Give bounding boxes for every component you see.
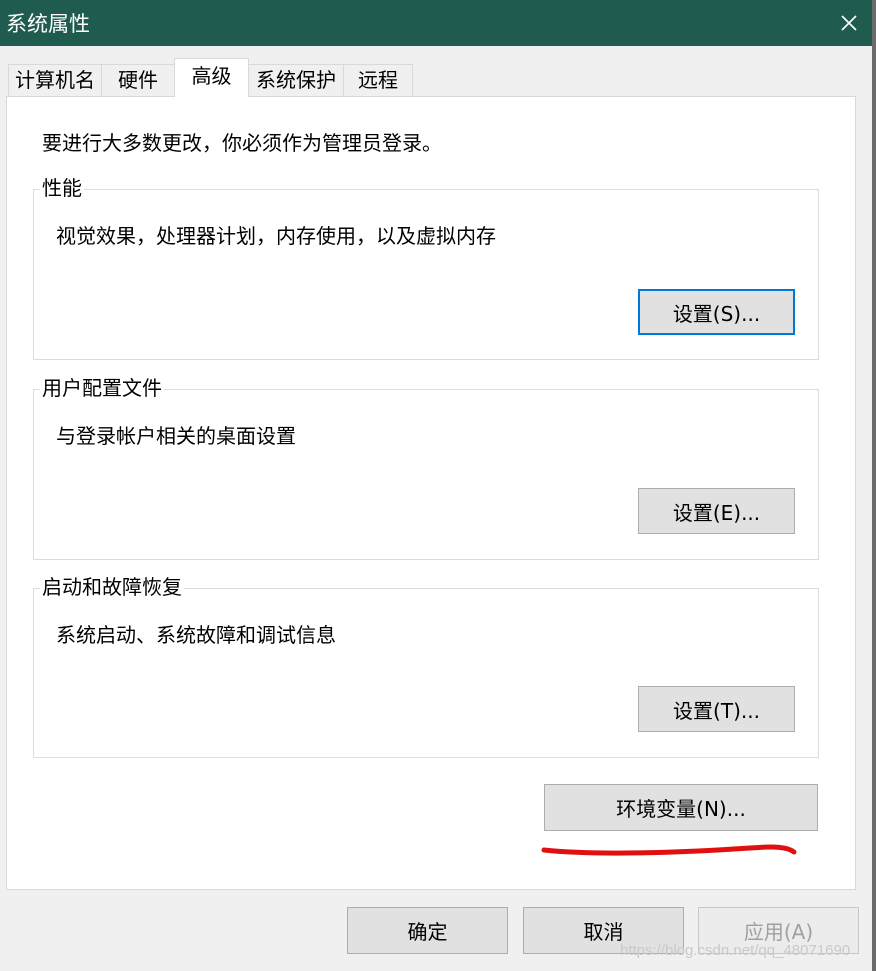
- tab-advanced[interactable]: 高级: [174, 58, 249, 97]
- watermark-text: https://blog.csdn.net/qq_48071690: [620, 942, 851, 959]
- user-profiles-settings-button[interactable]: 设置(E)...: [638, 488, 795, 534]
- performance-legend: 性能: [40, 176, 84, 200]
- close-button[interactable]: [826, 0, 872, 46]
- red-annotation-underline: [541, 844, 797, 856]
- startup-recovery-legend: 启动和故障恢复: [40, 575, 184, 599]
- tab-system-protection[interactable]: 系统保护: [248, 64, 344, 96]
- tab-computer-name[interactable]: 计算机名: [8, 64, 102, 96]
- tab-strip: 计算机名 硬件 高级 系统保护 远程: [0, 46, 872, 97]
- tab-hardware[interactable]: 硬件: [101, 64, 175, 96]
- window-title: 系统属性: [6, 12, 90, 36]
- title-bar: 系统属性: [0, 0, 872, 46]
- window-edge: [872, 0, 876, 971]
- user-profiles-legend: 用户配置文件: [40, 376, 164, 400]
- startup-recovery-group: 启动和故障恢复 系统启动、系统故障和调试信息 设置(T)...: [33, 575, 819, 758]
- startup-recovery-settings-button[interactable]: 设置(T)...: [638, 686, 795, 732]
- ok-button[interactable]: 确定: [347, 907, 508, 954]
- startup-recovery-description: 系统启动、系统故障和调试信息: [56, 623, 336, 647]
- tab-remote[interactable]: 远程: [343, 64, 413, 96]
- performance-description: 视觉效果，处理器计划，内存使用，以及虚拟内存: [56, 224, 496, 248]
- admin-notice: 要进行大多数更改，你必须作为管理员登录。: [42, 131, 442, 155]
- user-profiles-group: 用户配置文件 与登录帐户相关的桌面设置 设置(E)...: [33, 376, 819, 560]
- environment-variables-button[interactable]: 环境变量(N)...: [544, 784, 818, 831]
- performance-settings-button[interactable]: 设置(S)...: [638, 289, 795, 335]
- performance-group: 性能 视觉效果，处理器计划，内存使用，以及虚拟内存 设置(S)...: [33, 176, 819, 360]
- close-icon: [841, 15, 857, 31]
- user-profiles-description: 与登录帐户相关的桌面设置: [56, 424, 296, 448]
